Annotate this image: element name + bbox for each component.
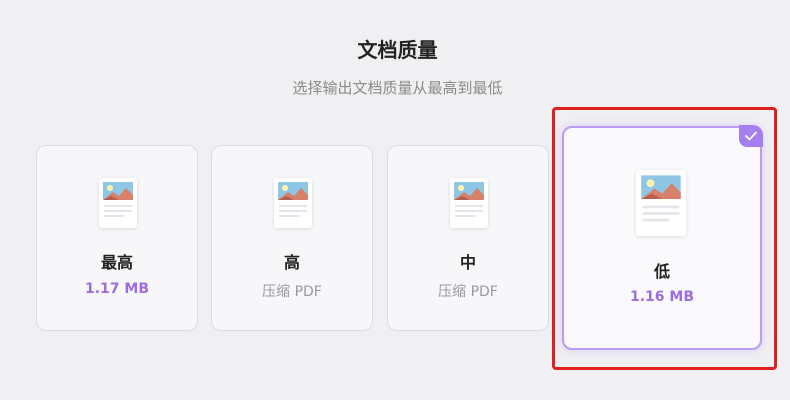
page-subtitle: 选择输出文档质量从最高到最低: [292, 79, 503, 97]
option-name: 最高: [100, 253, 133, 272]
option-name: 中: [459, 253, 476, 272]
option-size: 1.16 MB: [629, 289, 695, 305]
option-name: 高: [283, 253, 300, 272]
document-image-icon: [450, 178, 488, 228]
quality-option-medium[interactable]: 中 压缩 PDF: [387, 145, 549, 331]
option-name: 低: [653, 262, 670, 281]
option-size: 1.17 MB: [84, 281, 150, 297]
option-size: 压缩 PDF: [438, 284, 498, 300]
document-image-icon: [274, 178, 312, 228]
document-image-icon: [99, 178, 137, 228]
option-size: 压缩 PDF: [262, 284, 322, 300]
quality-option-highest[interactable]: 最高 1.17 MB: [36, 145, 198, 331]
quality-option-high[interactable]: 高 压缩 PDF: [211, 145, 373, 331]
document-image-icon: [636, 170, 686, 236]
check-icon: [739, 125, 763, 147]
page-title: 文档质量: [357, 38, 438, 62]
quality-option-low[interactable]: 低 1.16 MB: [562, 125, 763, 350]
